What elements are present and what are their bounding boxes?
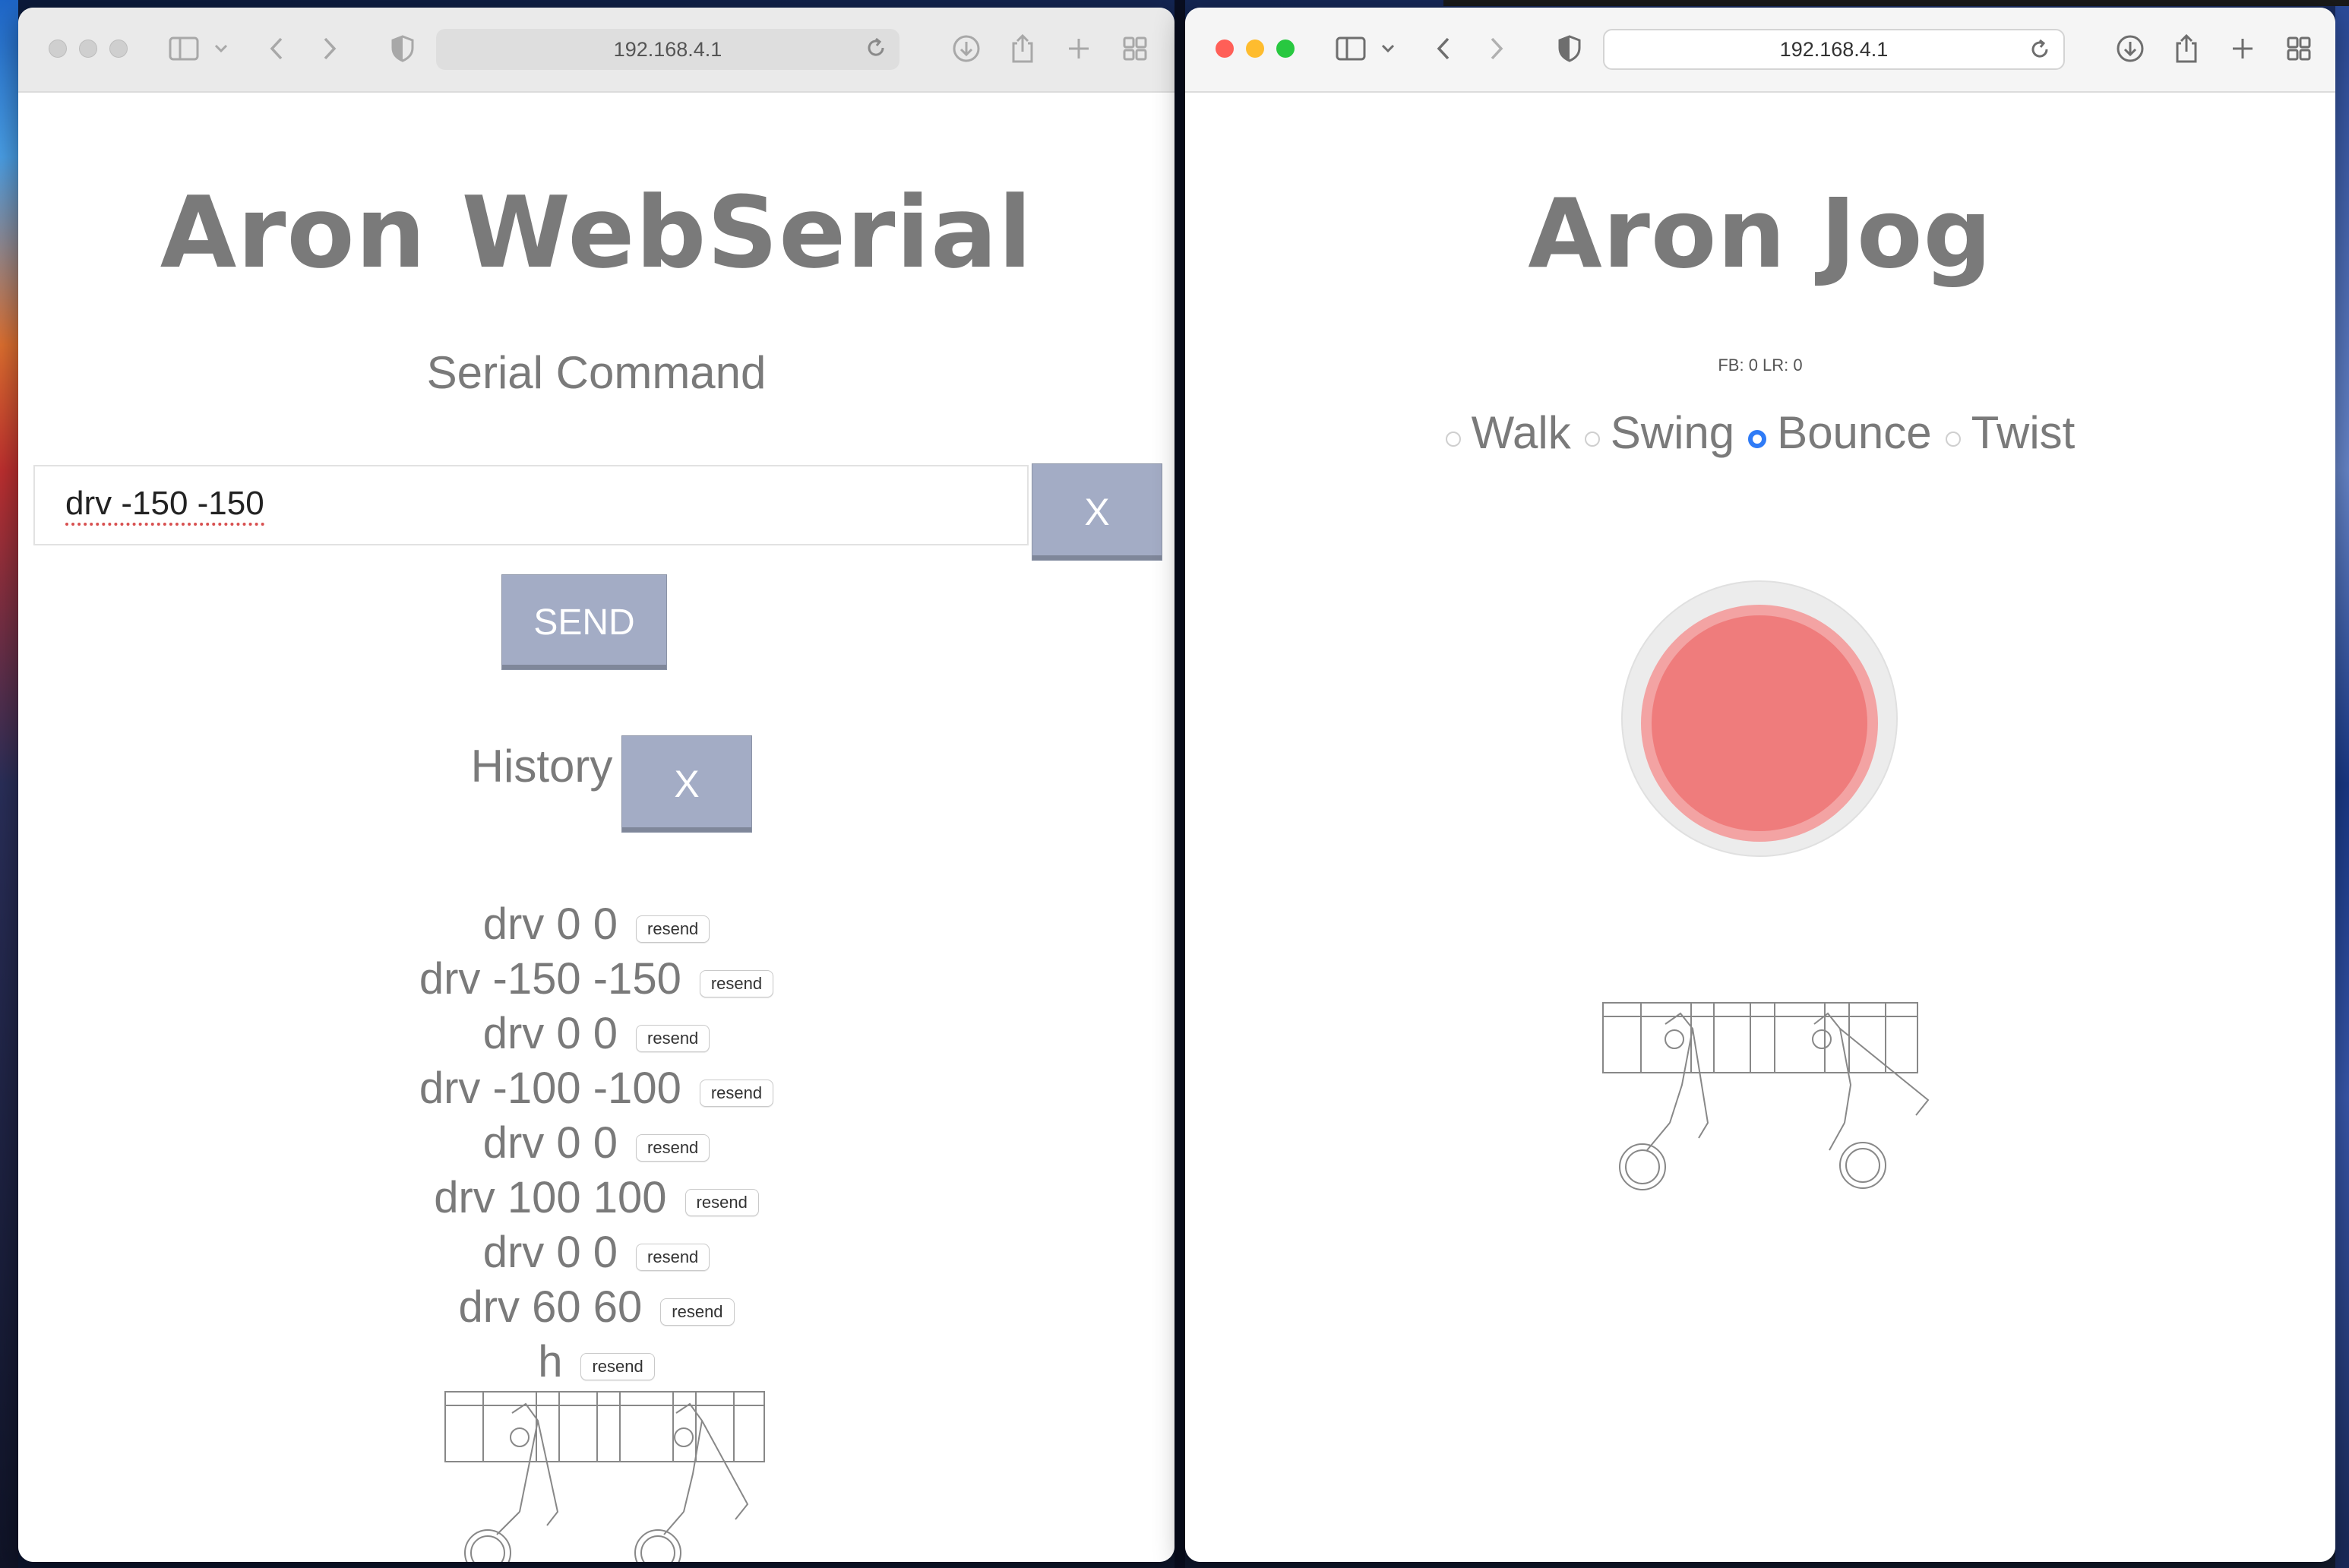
- zoom-window-button[interactable]: [1276, 40, 1295, 58]
- downloads-icon[interactable]: [950, 30, 983, 67]
- history-row: drv 0 0 resend: [18, 1225, 1174, 1279]
- chevron-down-icon[interactable]: [210, 30, 232, 67]
- mode-walk[interactable]: Walk: [1445, 406, 1571, 459]
- history-row: drv 0 0 resend: [18, 896, 1174, 951]
- mode-walk-radio[interactable]: [1445, 432, 1461, 447]
- history-command: drv -150 -150: [419, 953, 681, 1004]
- browser-toolbar: 192.168.4.1: [18, 8, 1174, 93]
- new-tab-icon[interactable]: [2226, 30, 2259, 67]
- robot-drawing: [1602, 1002, 1930, 1190]
- resend-button[interactable]: resend: [636, 1134, 710, 1162]
- resend-button[interactable]: resend: [580, 1353, 655, 1380]
- page-content: Aron Jog FB: 0 LR: 0 Walk Swing Bounce T…: [1185, 93, 2335, 1562]
- zoom-window-button[interactable]: [109, 40, 128, 58]
- back-icon[interactable]: [261, 30, 292, 67]
- browser-window-jog: 192.168.4.1 Aron Jog FB: 0 LR: 0 Walk Sw…: [1185, 8, 2335, 1562]
- resend-button[interactable]: resend: [660, 1298, 735, 1326]
- sidebar-icon[interactable]: [1333, 30, 1369, 67]
- browser-window-webserial: 192.168.4.1 Aron WebSerial Serial Comman…: [18, 8, 1174, 1562]
- minimize-window-button[interactable]: [79, 40, 97, 58]
- gait-mode-selector: Walk Swing Bounce Twist: [1185, 390, 2335, 474]
- close-window-button[interactable]: [1216, 40, 1234, 58]
- downloads-icon[interactable]: [2113, 30, 2147, 67]
- history-command: drv 0 0: [482, 899, 618, 949]
- reload-icon[interactable]: [865, 36, 887, 63]
- minimize-window-button[interactable]: [1246, 40, 1264, 58]
- share-icon[interactable]: [1006, 30, 1039, 67]
- page-title: Aron Jog: [1528, 178, 1993, 289]
- mode-swing-label: Swing: [1610, 406, 1735, 458]
- back-icon[interactable]: [1428, 30, 1459, 67]
- address-bar[interactable]: 192.168.4.1: [436, 29, 899, 70]
- serial-command-heading: Serial Command: [426, 347, 767, 398]
- history-row: drv -100 -100 resend: [18, 1061, 1174, 1115]
- command-input[interactable]: drv -150 -150: [33, 465, 1029, 545]
- history-command: drv 0 0: [482, 1008, 618, 1058]
- history-command: drv -100 -100: [419, 1063, 681, 1113]
- jog-status-readout: FB: 0 LR: 0: [1718, 356, 1803, 375]
- history-command: h: [538, 1336, 563, 1386]
- history-row: drv -150 -150 resend: [18, 951, 1174, 1006]
- clear-history-button[interactable]: X: [621, 735, 752, 833]
- mode-bounce-radio[interactable]: [1748, 430, 1767, 448]
- resend-button[interactable]: resend: [636, 915, 710, 943]
- mode-twist-radio[interactable]: [1945, 432, 1961, 447]
- history-row: drv 0 0 resend: [18, 1006, 1174, 1061]
- close-window-button[interactable]: [49, 40, 67, 58]
- history-row: drv 0 0 resend: [18, 1115, 1174, 1170]
- clear-input-button[interactable]: X: [1032, 463, 1162, 561]
- joystick-knob[interactable]: [1652, 615, 1867, 831]
- page-title: Aron WebSerial: [160, 175, 1033, 290]
- tab-overview-icon[interactable]: [2282, 30, 2316, 67]
- tab-overview-icon[interactable]: [1118, 30, 1152, 67]
- history-row: drv 100 100 resend: [18, 1170, 1174, 1225]
- resend-button[interactable]: resend: [684, 1189, 759, 1216]
- history-command: drv 100 100: [434, 1172, 667, 1222]
- page-content: Aron WebSerial Serial Command drv -150 -…: [18, 93, 1174, 1562]
- history-command: drv 60 60: [458, 1282, 643, 1332]
- browser-toolbar: 192.168.4.1: [1185, 8, 2335, 93]
- mode-twist[interactable]: Twist: [1945, 406, 2076, 459]
- menu-bar-strip: [1443, 0, 2349, 6]
- send-button[interactable]: SEND: [501, 574, 667, 670]
- history-row: drv 60 60 resend: [18, 1279, 1174, 1334]
- resend-button[interactable]: resend: [636, 1244, 710, 1271]
- resend-button[interactable]: resend: [699, 1080, 774, 1107]
- forward-icon[interactable]: [315, 30, 345, 67]
- address-bar[interactable]: 192.168.4.1: [1603, 29, 2065, 70]
- resend-button[interactable]: resend: [636, 1025, 710, 1052]
- command-input-value: drv -150 -150: [65, 485, 264, 526]
- history-command: drv 0 0: [482, 1227, 618, 1277]
- address-bar-url: 192.168.4.1: [613, 37, 722, 61]
- desktop-wallpaper-right: [2335, 0, 2349, 1568]
- sidebar-icon[interactable]: [166, 30, 202, 67]
- privacy-shield-icon[interactable]: [1554, 30, 1585, 67]
- desktop-wallpaper-left: [0, 0, 18, 1568]
- robot-drawing: [444, 1391, 765, 1562]
- history-command: drv 0 0: [482, 1118, 618, 1168]
- mode-bounce[interactable]: Bounce: [1748, 406, 1932, 459]
- address-bar-url: 192.168.4.1: [1779, 37, 1889, 61]
- new-tab-icon[interactable]: [1062, 30, 1095, 67]
- mode-swing[interactable]: Swing: [1584, 406, 1735, 459]
- mode-bounce-label: Bounce: [1777, 406, 1932, 458]
- privacy-shield-icon[interactable]: [387, 30, 418, 67]
- resend-button[interactable]: resend: [699, 970, 774, 997]
- mode-twist-label: Twist: [1971, 406, 2076, 458]
- desktop-wallpaper-gap: [1174, 0, 1185, 1568]
- chevron-down-icon[interactable]: [1377, 30, 1399, 67]
- history-row: h resend: [18, 1334, 1174, 1389]
- share-icon[interactable]: [2170, 30, 2203, 67]
- forward-icon[interactable]: [1481, 30, 1512, 67]
- mode-swing-radio[interactable]: [1584, 432, 1600, 447]
- mode-walk-label: Walk: [1471, 406, 1571, 458]
- history-heading: History: [470, 741, 613, 792]
- reload-icon[interactable]: [2028, 38, 2051, 65]
